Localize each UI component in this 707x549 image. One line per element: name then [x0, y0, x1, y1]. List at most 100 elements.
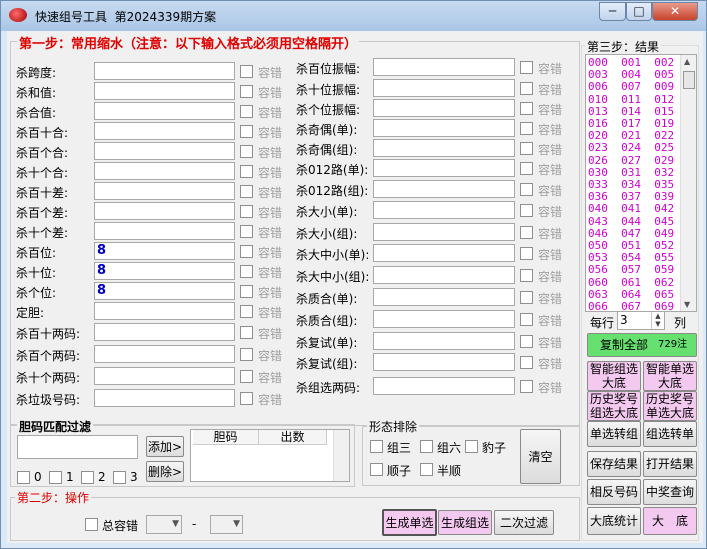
- tolerance-checkbox-r12[interactable]: [520, 313, 533, 326]
- field-input-0[interactable]: [94, 62, 235, 80]
- field-input-10[interactable]: 8: [94, 262, 235, 280]
- result-button-5[interactable]: 组选转单: [643, 421, 697, 447]
- field-input-16[interactable]: [94, 389, 235, 407]
- field-input-r1[interactable]: [373, 79, 515, 97]
- tolerance-checkbox-14[interactable]: [240, 348, 253, 361]
- clear-button[interactable]: 清空: [520, 429, 561, 484]
- result-button-9[interactable]: 中奖查询: [643, 479, 697, 505]
- field-input-r8[interactable]: [373, 223, 515, 241]
- spinner-arrows-icon[interactable]: ▲ ▼: [651, 312, 664, 329]
- dan-input[interactable]: [17, 435, 138, 459]
- delete-button[interactable]: 删除>: [146, 461, 184, 482]
- tolerance-checkbox-2[interactable]: [240, 105, 253, 118]
- tolerance-checkbox-13[interactable]: [240, 326, 253, 339]
- digit-checkbox-3[interactable]: [113, 471, 126, 484]
- result-button-11[interactable]: 大 底: [643, 507, 697, 535]
- field-input-12[interactable]: [94, 302, 235, 320]
- results-list[interactable]: 000 001 002 003 004 005 006 007 009 010 …: [585, 54, 697, 313]
- tolerance-checkbox-r7[interactable]: [520, 204, 533, 217]
- digit-checkbox-0[interactable]: [17, 471, 30, 484]
- maximize-button[interactable]: □: [626, 2, 652, 21]
- field-input-r15[interactable]: [373, 377, 515, 395]
- tolerance-checkbox-12[interactable]: [240, 305, 253, 318]
- tolerance-checkbox-1[interactable]: [240, 85, 253, 98]
- tolerance-checkbox-r1[interactable]: [520, 82, 533, 95]
- scroll-up-icon[interactable]: ▲: [684, 57, 690, 66]
- field-input-r2[interactable]: [373, 99, 515, 117]
- field-input-9[interactable]: 8: [94, 242, 235, 260]
- tolerance-checkbox-r3[interactable]: [520, 122, 533, 135]
- tolerance-checkbox-r9[interactable]: [520, 247, 533, 260]
- result-button-4[interactable]: 单选转组: [587, 421, 641, 447]
- field-input-r0[interactable]: [373, 58, 515, 76]
- results-scrollbar[interactable]: ▲ ▼: [680, 55, 696, 311]
- field-input-r12[interactable]: [373, 310, 515, 328]
- tolerance-checkbox-8[interactable]: [240, 225, 253, 238]
- field-input-14[interactable]: [94, 345, 235, 363]
- field-input-5[interactable]: [94, 162, 235, 180]
- tolerance-checkbox-r14[interactable]: [520, 356, 533, 369]
- result-button-1[interactable]: 智能单选大底: [643, 361, 697, 391]
- field-input-3[interactable]: [94, 122, 235, 140]
- total-tolerance-checkbox[interactable]: [85, 518, 98, 531]
- add-button[interactable]: 添加>: [146, 436, 184, 457]
- digit-checkbox-1[interactable]: [49, 471, 62, 484]
- field-input-13[interactable]: [94, 323, 235, 341]
- field-input-4[interactable]: [94, 142, 235, 160]
- field-input-15[interactable]: [94, 367, 235, 385]
- field-input-6[interactable]: [94, 182, 235, 200]
- tolerance-checkbox-5[interactable]: [240, 165, 253, 178]
- field-input-r3[interactable]: [373, 119, 515, 137]
- result-button-3[interactable]: 历史奖号单选大底: [643, 391, 697, 421]
- shape-checkbox-3[interactable]: [370, 463, 383, 476]
- dan-list-scrollbar[interactable]: [333, 430, 349, 481]
- tolerance-checkbox-0[interactable]: [240, 65, 253, 78]
- field-input-r10[interactable]: [373, 266, 515, 284]
- scroll-thumb[interactable]: [683, 71, 695, 89]
- tolerance-checkbox-15[interactable]: [240, 370, 253, 383]
- generate-group-button[interactable]: 生成组选: [438, 510, 492, 535]
- result-button-8[interactable]: 相反号码: [587, 479, 641, 505]
- shape-checkbox-0[interactable]: [370, 440, 383, 453]
- tolerance-checkbox-4[interactable]: [240, 145, 253, 158]
- tolerance-checkbox-7[interactable]: [240, 205, 253, 218]
- tolerance-checkbox-r4[interactable]: [520, 142, 533, 155]
- tolerance-checkbox-r0[interactable]: [520, 61, 533, 74]
- field-input-2[interactable]: [94, 102, 235, 120]
- field-input-11[interactable]: 8: [94, 282, 235, 300]
- shape-checkbox-4[interactable]: [420, 463, 433, 476]
- field-input-8[interactable]: [94, 222, 235, 240]
- tolerance-checkbox-10[interactable]: [240, 265, 253, 278]
- generate-single-button[interactable]: 生成单选: [382, 509, 437, 536]
- result-button-10[interactable]: 大底统计: [587, 507, 641, 535]
- field-input-r6[interactable]: [373, 180, 515, 198]
- field-input-r13[interactable]: [373, 332, 515, 350]
- tolerance-min-select[interactable]: ▼: [146, 515, 182, 534]
- tolerance-checkbox-r8[interactable]: [520, 226, 533, 239]
- minimize-button[interactable]: ─: [599, 2, 626, 21]
- field-input-r5[interactable]: [373, 159, 515, 177]
- tolerance-checkbox-16[interactable]: [240, 392, 253, 405]
- field-input-r11[interactable]: [373, 288, 515, 306]
- per-row-spinner[interactable]: 3 ▲ ▼: [617, 311, 665, 330]
- tolerance-checkbox-r5[interactable]: [520, 162, 533, 175]
- digit-checkbox-2[interactable]: [81, 471, 94, 484]
- field-input-r4[interactable]: [373, 139, 515, 157]
- tolerance-checkbox-r2[interactable]: [520, 102, 533, 115]
- tolerance-checkbox-6[interactable]: [240, 185, 253, 198]
- tolerance-checkbox-11[interactable]: [240, 285, 253, 298]
- field-input-r9[interactable]: [373, 244, 515, 262]
- field-input-7[interactable]: [94, 202, 235, 220]
- dan-list[interactable]: 胆码 出数: [190, 429, 350, 482]
- tolerance-checkbox-9[interactable]: [240, 245, 253, 258]
- tolerance-checkbox-r10[interactable]: [520, 269, 533, 282]
- result-button-6[interactable]: 保存结果: [587, 451, 641, 477]
- copy-all-button[interactable]: 复制全部 729注: [587, 333, 697, 357]
- shape-checkbox-1[interactable]: [420, 440, 433, 453]
- second-filter-button[interactable]: 二次过滤: [494, 510, 554, 535]
- result-button-2[interactable]: 历史奖号组选大底: [587, 391, 641, 421]
- shape-checkbox-2[interactable]: [465, 440, 478, 453]
- result-button-0[interactable]: 智能组选大底: [587, 361, 641, 391]
- tolerance-checkbox-r11[interactable]: [520, 291, 533, 304]
- tolerance-checkbox-r6[interactable]: [520, 183, 533, 196]
